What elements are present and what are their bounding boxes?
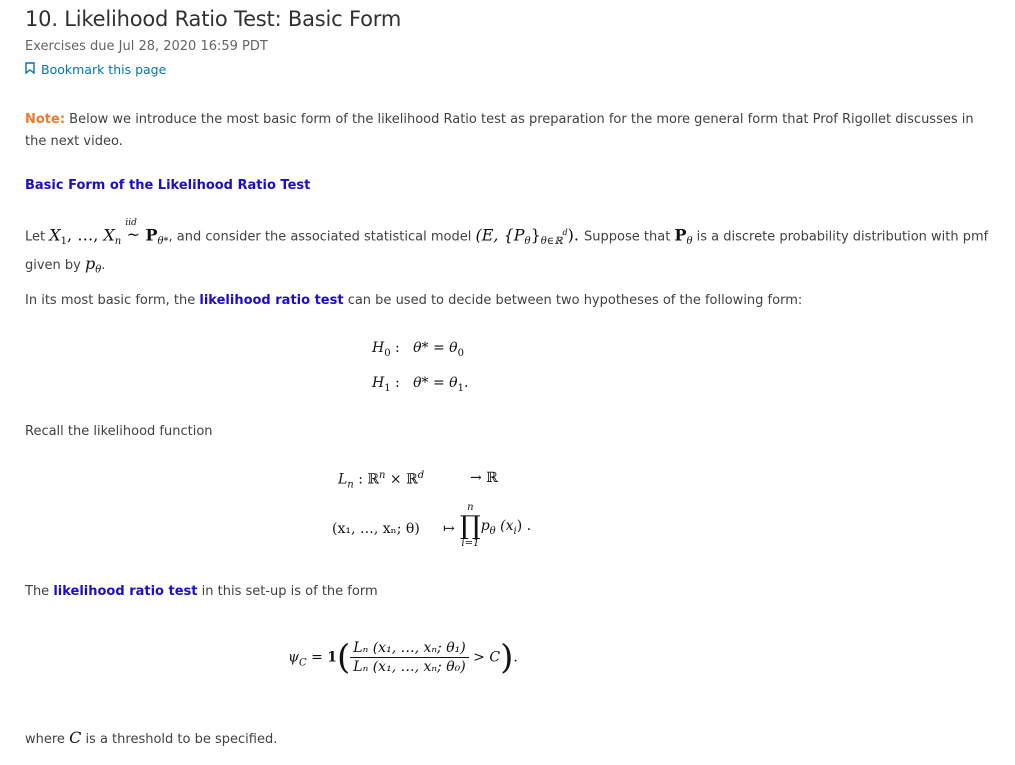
intro-text: Suppose that bbox=[584, 229, 675, 245]
likelihood-product: n ∏ i=1 pθ (xi) . bbox=[460, 502, 532, 549]
section-heading: Basic Form of the Likelihood Ratio Test bbox=[25, 178, 311, 193]
bookmark-icon bbox=[25, 62, 35, 77]
hypothesis-h0: H0 : θ* = θ0 bbox=[372, 340, 464, 359]
iid-symbol: iid ~ bbox=[125, 218, 141, 248]
note-label: Note: bbox=[25, 112, 66, 127]
math-sub: θ* bbox=[157, 235, 169, 247]
bookmark-label: Bookmark this page bbox=[41, 62, 167, 77]
test-formula: ψC = 1(Lₙ (x₁, …, xₙ; θ₁) Lₙ (x₁, …, xₙ; … bbox=[288, 637, 518, 678]
text: can be used to decide between two hypoth… bbox=[343, 293, 803, 308]
hypothesis-h1: H1 : θ* = θ1. bbox=[372, 375, 469, 394]
recall-text: Recall the likelihood function bbox=[25, 424, 213, 439]
note-text: Below we introduce the most basic form o… bbox=[25, 112, 974, 149]
product-operator: n ∏ i=1 bbox=[460, 502, 481, 549]
note-paragraph: Note: Below we introduce the most basic … bbox=[25, 109, 990, 153]
iid-label: iid bbox=[125, 218, 137, 229]
emphasis-term: likelihood ratio test bbox=[199, 293, 344, 308]
text: in this set-up is of the form bbox=[197, 584, 378, 599]
math-model: (E, {P bbox=[475, 225, 525, 245]
likelihood-domain: Ln : ℝn × ℝd bbox=[338, 470, 425, 491]
emphasis-term: likelihood ratio test bbox=[53, 584, 198, 599]
intro-text: Let bbox=[25, 229, 50, 245]
hypotheses-intro: In its most basic form, the likelihood r… bbox=[25, 290, 990, 312]
math-X: X bbox=[49, 225, 61, 245]
likelihood-codomain: → ℝ bbox=[470, 470, 498, 486]
text: In its most basic form, the bbox=[25, 293, 200, 308]
math-X: X bbox=[103, 225, 115, 245]
intro-paragraph: Let X1, …, Xn iid ~ Pθ*, and consider the… bbox=[25, 218, 990, 282]
mapsto-arrow: ↦ bbox=[443, 521, 455, 537]
bookmark-button[interactable]: Bookmark this page bbox=[25, 62, 166, 77]
text: The bbox=[25, 584, 54, 599]
math-P: P bbox=[674, 225, 687, 245]
math-sub: n bbox=[114, 235, 122, 247]
likelihood-ratio-fraction: Lₙ (x₁, …, xₙ; θ₁) Lₙ (x₁, …, xₙ; θ₀) bbox=[350, 640, 469, 675]
intro-text: . bbox=[101, 257, 106, 273]
test-intro: The likelihood ratio test in this set-up… bbox=[25, 581, 378, 603]
math-sub: θ∈ℝ bbox=[540, 235, 563, 247]
likelihood-args: (x₁, …, xₙ; θ) bbox=[332, 521, 420, 537]
threshold-text: where C is a threshold to be specified. bbox=[25, 728, 278, 747]
math-dots: , …, bbox=[67, 225, 104, 245]
math-close: ). bbox=[567, 225, 585, 245]
page-title: 10. Likelihood Ratio Test: Basic Form bbox=[25, 7, 402, 31]
due-date: Exercises due Jul 28, 2020 16:59 PDT bbox=[25, 39, 268, 54]
math-P: P bbox=[145, 225, 158, 245]
math-p: p bbox=[85, 253, 96, 273]
intro-text: , and consider the associated statistica… bbox=[168, 229, 476, 245]
